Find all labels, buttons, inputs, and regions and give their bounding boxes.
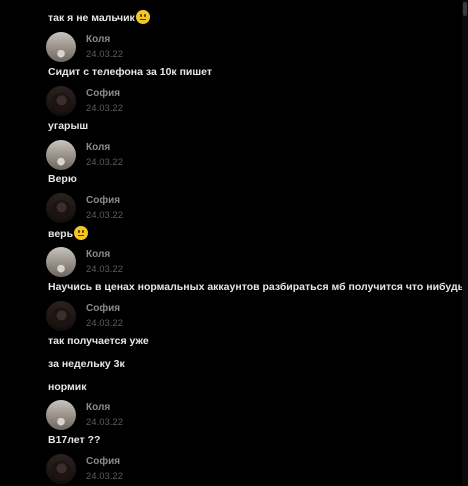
message-text: так я не мальчик	[48, 10, 150, 25]
author-name[interactable]: Коля	[86, 34, 110, 45]
author-name[interactable]: София	[86, 88, 120, 99]
author-name[interactable]: Коля	[86, 249, 110, 260]
timestamp: 24.03.22	[86, 210, 123, 221]
timestamp: 24.03.22	[86, 49, 123, 60]
author-name[interactable]: Коля	[86, 142, 110, 153]
avatar-sofia[interactable]	[46, 454, 76, 484]
message-text: Сидит с телефона за 10к пишет	[48, 66, 212, 78]
avatar-kolya[interactable]	[46, 400, 76, 430]
avatar-kolya[interactable]	[46, 32, 76, 62]
avatar-sofia[interactable]	[46, 301, 76, 331]
message-header: София 24.03.22	[46, 301, 346, 333]
avatar-kolya[interactable]	[46, 140, 76, 170]
message-header: Коля 24.03.22	[46, 247, 346, 279]
timestamp: 24.03.22	[86, 417, 123, 428]
timestamp: 24.03.22	[86, 264, 123, 275]
message-header: Коля 24.03.22	[46, 32, 346, 64]
message-text: Научись в ценах нормальных аккаунтов раз…	[48, 281, 465, 293]
timestamp: 24.03.22	[86, 471, 123, 482]
message-text: за недельку 3к	[48, 358, 125, 370]
message-header: Коля 24.03.22	[46, 400, 346, 432]
message-header: Коля 24.03.22	[46, 140, 346, 172]
timestamp: 24.03.22	[86, 103, 123, 114]
timestamp: 24.03.22	[86, 318, 123, 329]
message-text: Верю	[48, 173, 77, 185]
avatar-sofia[interactable]	[46, 86, 76, 116]
laughing-emoji-icon	[135, 10, 150, 24]
message-text: верь	[48, 226, 89, 241]
message-text: В17лет ??	[48, 434, 101, 446]
neutral-face-emoji-icon	[74, 226, 89, 240]
message-header: София 24.03.22	[46, 86, 346, 118]
avatar-kolya[interactable]	[46, 247, 76, 277]
message-feed: так я не мальчик Коля 24.03.22 Сидит с т…	[0, 0, 468, 486]
timestamp: 24.03.22	[86, 157, 123, 168]
scrollbar-thumb[interactable]	[463, 2, 467, 16]
author-name[interactable]: София	[86, 195, 120, 206]
message-text: нормик	[48, 381, 87, 393]
message-header: София 24.03.22	[46, 193, 346, 225]
author-name[interactable]: София	[86, 456, 120, 467]
scrollbar[interactable]	[462, 0, 468, 486]
author-name[interactable]: София	[86, 303, 120, 314]
avatar-sofia[interactable]	[46, 193, 76, 223]
message-text: так получается уже	[48, 335, 149, 347]
message-header: София 24.03.22	[46, 454, 346, 486]
author-name[interactable]: Коля	[86, 402, 110, 413]
message-text: угарыш	[48, 120, 89, 132]
